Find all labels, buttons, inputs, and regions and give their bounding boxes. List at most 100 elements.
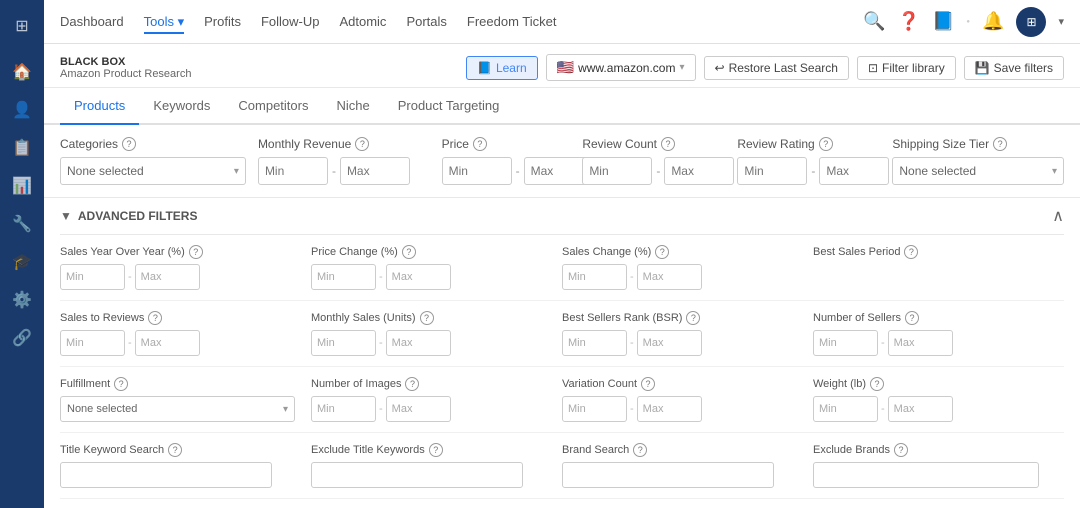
restore-search-button[interactable]: ↩ Restore Last Search [704, 56, 849, 80]
best-sales-period-help-icon[interactable]: ? [904, 245, 918, 259]
review-count-min[interactable] [582, 157, 652, 185]
num-images-max[interactable] [386, 396, 451, 422]
variation-count-min[interactable] [562, 396, 627, 422]
variation-count-help-icon[interactable]: ? [641, 377, 655, 391]
weight-help-icon[interactable]: ? [870, 377, 884, 391]
tab-products[interactable]: Products [60, 88, 139, 125]
sales-reviews-max[interactable] [135, 330, 200, 356]
shipping-size-help-icon[interactable]: ? [993, 137, 1007, 151]
num-images-help-icon[interactable]: ? [405, 377, 419, 391]
price-change-max[interactable] [386, 264, 451, 290]
nav-profits[interactable]: Profits [204, 10, 241, 33]
nav-portals[interactable]: Portals [406, 10, 446, 33]
exclude-brands-help-icon[interactable]: ? [894, 443, 908, 457]
filter-library-button[interactable]: ⊡ Filter library [857, 56, 956, 80]
sidebar: ⊞ 🏠 👤 📋 📊 🔧 🎓 ⚙️ 🔗 [0, 0, 44, 508]
tab-competitors[interactable]: Competitors [224, 88, 322, 125]
help-icon[interactable]: ❓ [898, 11, 920, 32]
brand-search-input[interactable] [562, 462, 774, 488]
bsr-help-icon[interactable]: ? [686, 311, 700, 325]
title-keyword-input[interactable] [60, 462, 272, 488]
sidebar-user-icon[interactable]: 👤 [4, 92, 40, 128]
num-images-min[interactable] [311, 396, 376, 422]
sales-change-help-icon[interactable]: ? [655, 245, 669, 259]
sidebar-grad-icon[interactable]: 🎓 [4, 244, 40, 280]
num-sellers-help-icon[interactable]: ? [905, 311, 919, 325]
categories-help-icon[interactable]: ? [122, 137, 136, 151]
num-images-sep: - [379, 403, 383, 415]
variation-count-group: Variation Count ? - [562, 377, 813, 422]
weight-max[interactable] [888, 396, 953, 422]
sales-reviews-min[interactable] [60, 330, 125, 356]
variation-count-max[interactable] [637, 396, 702, 422]
categories-label: Categories ? [60, 137, 246, 151]
exclude-brands-input[interactable] [813, 462, 1039, 488]
monthly-sales-min[interactable] [311, 330, 376, 356]
review-rating-help-icon[interactable]: ? [819, 137, 833, 151]
shipping-size-select[interactable]: None selected ▾ [892, 157, 1064, 185]
sidebar-grid-icon[interactable]: ⊞ [4, 8, 40, 44]
save-filters-button[interactable]: 💾 Save filters [964, 56, 1064, 80]
learn-button[interactable]: 📘 Learn [466, 56, 538, 80]
exclude-title-help-icon[interactable]: ? [429, 443, 443, 457]
price-change-min[interactable] [311, 264, 376, 290]
advanced-filters-header[interactable]: ▼ ADVANCED FILTERS ∧ [60, 198, 1064, 235]
sidebar-gear-icon[interactable]: ⚙️ [4, 282, 40, 318]
num-sellers-max[interactable] [888, 330, 953, 356]
brand-search-help-icon[interactable]: ? [633, 443, 647, 457]
weight-min[interactable] [813, 396, 878, 422]
brand-search-label: Brand Search ? [562, 443, 797, 457]
sidebar-home-icon[interactable]: 🏠 [4, 54, 40, 90]
review-count-help-icon[interactable]: ? [661, 137, 675, 151]
num-sellers-min[interactable] [813, 330, 878, 356]
price-help-icon[interactable]: ? [473, 137, 487, 151]
nav-adtomic[interactable]: Adtomic [339, 10, 386, 33]
tab-product-targeting[interactable]: Product Targeting [384, 88, 514, 125]
search-icon[interactable]: 🔍 [863, 11, 885, 32]
sidebar-doc-icon[interactable]: 📋 [4, 130, 40, 166]
review-rating-min[interactable] [737, 157, 807, 185]
nav-freedom-ticket[interactable]: Freedom Ticket [467, 10, 557, 33]
nav-dashboard[interactable]: Dashboard [60, 10, 124, 33]
facebook-icon[interactable]: 📘 [932, 11, 954, 32]
sidebar-link-icon[interactable]: 🔗 [4, 320, 40, 356]
exclude-title-label: Exclude Title Keywords ? [311, 443, 546, 457]
user-avatar[interactable]: ⊞ [1016, 7, 1046, 37]
review-rating-max[interactable] [819, 157, 889, 185]
monthly-revenue-min[interactable] [258, 157, 328, 185]
bsr-min[interactable] [562, 330, 627, 356]
bell-icon[interactable]: 🔔 [982, 11, 1004, 32]
monthly-revenue-max[interactable] [340, 157, 410, 185]
sales-yoy-help-icon[interactable]: ? [189, 245, 203, 259]
nav-tools[interactable]: Tools ▾ [144, 10, 185, 34]
fulfillment-group: Fulfillment ? None selected ▾ [60, 377, 311, 422]
monthly-sales-max[interactable] [386, 330, 451, 356]
bsr-max[interactable] [637, 330, 702, 356]
sales-change-max[interactable] [637, 264, 702, 290]
num-images-label: Number of Images ? [311, 377, 546, 391]
amazon-selector[interactable]: 🇺🇸 www.amazon.com ▾ [546, 54, 696, 81]
monthly-revenue-help-icon[interactable]: ? [355, 137, 369, 151]
tab-niche[interactable]: Niche [322, 88, 383, 125]
sidebar-tools-icon[interactable]: 🔧 [4, 206, 40, 242]
review-count-max[interactable] [664, 157, 734, 185]
price-min[interactable] [442, 157, 512, 185]
fulfillment-help-icon[interactable]: ? [114, 377, 128, 391]
price-change-inputs: - [311, 264, 546, 290]
sales-change-min[interactable] [562, 264, 627, 290]
tab-keywords[interactable]: Keywords [139, 88, 224, 125]
collapse-icon[interactable]: ∧ [1052, 206, 1064, 226]
monthly-sales-help-icon[interactable]: ? [420, 311, 434, 325]
sales-yoy-max[interactable] [135, 264, 200, 290]
account-chevron[interactable]: ▾ [1058, 15, 1064, 28]
exclude-title-input[interactable] [311, 462, 523, 488]
categories-select[interactable]: None selected ▾ [60, 157, 246, 185]
price-change-help-icon[interactable]: ? [402, 245, 416, 259]
sales-reviews-help-icon[interactable]: ? [148, 311, 162, 325]
fulfillment-select[interactable]: None selected ▾ [60, 396, 295, 422]
advanced-title: ▼ ADVANCED FILTERS [60, 209, 197, 223]
sidebar-chart-icon[interactable]: 📊 [4, 168, 40, 204]
nav-followup[interactable]: Follow-Up [261, 10, 320, 33]
title-keyword-help-icon[interactable]: ? [168, 443, 182, 457]
sales-yoy-min[interactable] [60, 264, 125, 290]
